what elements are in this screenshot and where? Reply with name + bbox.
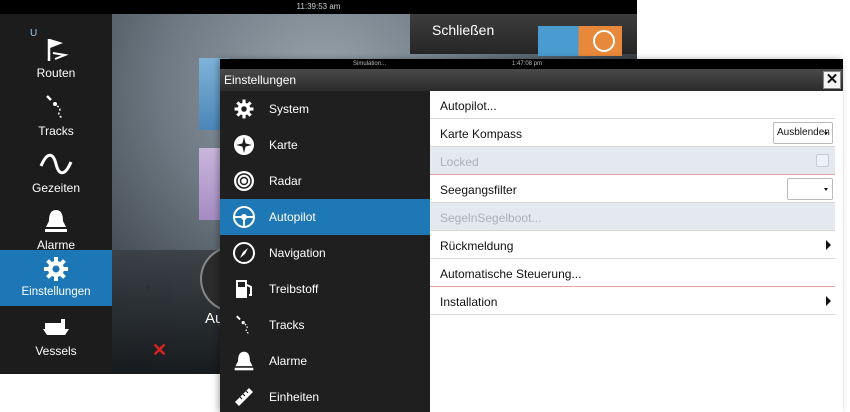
- chevron-right-icon: [826, 240, 831, 250]
- simulation-status: Simulation...: [353, 61, 387, 67]
- seegangsfilter-dropdown[interactable]: [787, 178, 833, 200]
- tracks-icon: [232, 313, 256, 337]
- chevron-down-icon: [824, 188, 828, 191]
- background-status-bar: 11:39:53 am: [0, 0, 637, 14]
- sidebar-item-gezeiten[interactable]: Gezeiten: [0, 145, 112, 201]
- setting-row-installation[interactable]: Installation: [430, 287, 835, 315]
- setting-label: Installation: [440, 295, 498, 309]
- setting-label: Locked: [440, 155, 479, 169]
- sidebar-item-vessels[interactable]: Vessels: [0, 308, 112, 364]
- menu-item-autopilot[interactable]: Autopilot: [220, 199, 430, 235]
- setting-label: SegelnSegelboot...: [440, 211, 542, 225]
- menu-item-treibstoff[interactable]: Treibstoff: [220, 271, 430, 307]
- setting-label: Automatische Steuerung...: [440, 267, 582, 281]
- menu-label-autopilot: Autopilot: [269, 210, 316, 224]
- settings-dialog: Simulation... 1:47:08 pm Einstellungen ✕…: [220, 59, 843, 412]
- bell-icon: [0, 206, 112, 236]
- background-status-time: 11:39:53 am: [296, 2, 341, 11]
- menu-item-karte[interactable]: Karte: [220, 127, 430, 163]
- settings-content: Autopilot... Karte Kompass Ausblenden Lo…: [430, 91, 843, 412]
- tracks-icon: [0, 92, 112, 122]
- vessels-ship-icon: [0, 312, 112, 342]
- menu-label-system: System: [269, 102, 310, 116]
- karte-kompass-dropdown[interactable]: Ausblenden: [773, 122, 833, 144]
- close-icon: ✕: [825, 71, 839, 88]
- menu-item-system[interactable]: System: [220, 91, 430, 127]
- background-sidebar: U Routen Tracks Gezeiten Alarme Einstell…: [0, 14, 112, 374]
- background-app-tile[interactable]: [538, 26, 622, 56]
- menu-label-tracks: Tracks: [269, 318, 305, 332]
- setting-label: Autopilot...: [440, 99, 497, 113]
- sidebar-label-einstellungen: Einstellungen: [21, 286, 91, 298]
- sidebar-item-tracks[interactable]: Tracks: [0, 88, 112, 144]
- setting-row-autopilot[interactable]: Autopilot...: [430, 91, 835, 119]
- menu-item-navigation[interactable]: Navigation: [220, 235, 430, 271]
- chart-compass-icon: [232, 133, 256, 157]
- menu-item-alarme[interactable]: Alarme: [220, 343, 430, 379]
- sidebar-label-gezeiten: Gezeiten: [31, 181, 81, 195]
- menu-item-radar[interactable]: Radar: [220, 163, 430, 199]
- steering-wheel-icon: [232, 205, 256, 229]
- routes-flag-icon: [0, 34, 112, 64]
- dialog-status-time: 1:47:08 pm: [512, 61, 543, 67]
- chevron-down-icon: [824, 132, 828, 135]
- tides-wave-icon: [0, 149, 112, 179]
- dialog-status-bar: Simulation... 1:47:08 pm: [220, 59, 843, 69]
- setting-row-seegangsfilter: Seegangsfilter: [430, 175, 835, 203]
- chevron-right-icon: [826, 296, 831, 306]
- bell-icon: [232, 349, 256, 373]
- locked-checkbox[interactable]: [816, 154, 829, 167]
- screenshot-stage: 11:39:53 am Schließen Au ✕ U Routen Trac…: [0, 0, 850, 412]
- setting-row-rueckmeldung[interactable]: Rückmeldung: [430, 231, 835, 259]
- dialog-title: Einstellungen: [220, 69, 843, 91]
- dialog-close-button[interactable]: ✕: [823, 71, 841, 89]
- gear-icon: [0, 254, 112, 284]
- fuel-pump-icon: [232, 277, 256, 301]
- menu-label-radar: Radar: [269, 174, 302, 188]
- radar-icon: [232, 169, 256, 193]
- power-icon: [593, 30, 615, 52]
- settings-scrollbar[interactable]: [835, 91, 843, 412]
- setting-row-locked: Locked: [430, 147, 835, 175]
- setting-row-automatische-steuerung[interactable]: Automatische Steuerung...: [430, 259, 835, 287]
- background-close-button[interactable]: Schließen: [432, 22, 494, 38]
- sidebar-label-tracks: Tracks: [38, 124, 74, 138]
- ruler-icon: [232, 385, 256, 409]
- settings-menu: System Karte Radar Autopilot Navigation …: [220, 91, 430, 412]
- sidebar-item-routen[interactable]: Routen: [0, 30, 112, 86]
- setting-label: Seegangsfilter: [440, 183, 517, 197]
- menu-label-treibstoff: Treibstoff: [269, 282, 319, 296]
- navigation-compass-icon: [232, 241, 256, 265]
- sidebar-label-vessels: Vessels: [35, 344, 77, 358]
- gear-icon: [232, 97, 256, 121]
- sidebar-item-einstellungen[interactable]: Einstellungen: [0, 250, 112, 306]
- menu-item-einheiten[interactable]: Einheiten: [220, 379, 430, 412]
- menu-label-einheiten: Einheiten: [269, 390, 320, 404]
- setting-label: Rückmeldung: [440, 239, 514, 253]
- menu-item-tracks[interactable]: Tracks: [220, 307, 430, 343]
- menu-label-karte: Karte: [269, 138, 298, 152]
- setting-row-segeln-segelboot: SegelnSegelboot...: [430, 203, 835, 231]
- setting-row-karte-kompass: Karte Kompass Ausblenden: [430, 119, 835, 147]
- sidebar-label-routen: Routen: [36, 66, 76, 80]
- dropdown-value: Ausblenden: [777, 127, 830, 138]
- alert-x-icon: ✕: [152, 340, 168, 360]
- menu-label-alarme: Alarme: [269, 354, 308, 368]
- menu-label-navigation: Navigation: [269, 246, 326, 260]
- setting-label: Karte Kompass: [440, 127, 523, 141]
